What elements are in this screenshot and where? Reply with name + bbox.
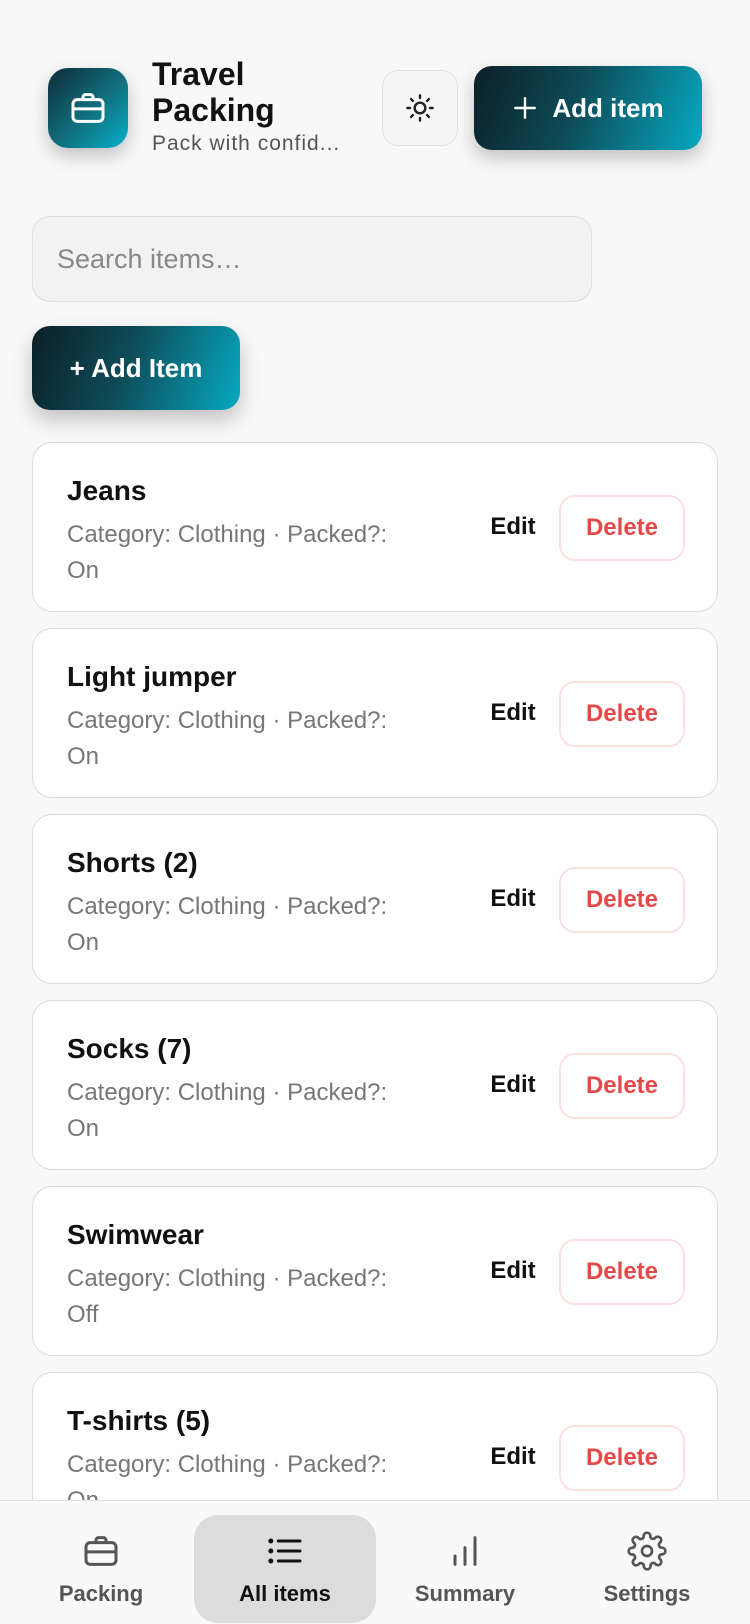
edit-button[interactable]: Edit (473, 499, 553, 555)
item-card: Swimwear Category: Clothing · Packed?: O… (32, 1186, 718, 1356)
delete-button[interactable]: Delete (559, 867, 685, 933)
item-name: Swimwear (67, 1219, 204, 1250)
item-meta: Category: Clothing · Packed?: On (67, 521, 388, 584)
delete-button[interactable]: Delete (559, 495, 685, 561)
delete-button[interactable]: Delete (559, 681, 685, 747)
item-meta: Category: Clothing · Packed?: On (67, 893, 388, 956)
item-card: Socks (7) Category: Clothing · Packed?: … (32, 1000, 718, 1170)
theme-toggle-button[interactable] (382, 70, 458, 146)
nav-tab-packing[interactable]: Packing (10, 1515, 192, 1623)
bottom-nav: Packing All items Summary Settings (0, 1500, 750, 1624)
app-logo (48, 68, 128, 148)
add-item-header-button[interactable]: Add item (474, 66, 702, 150)
items-list: Jeans Category: Clothing · Packed?: On E… (32, 442, 718, 1558)
app-subtitle: Pack with confid... (152, 132, 341, 155)
briefcase-icon (71, 93, 105, 123)
nav-label: All items (239, 1581, 331, 1606)
briefcase-icon (84, 1536, 118, 1566)
gear-icon (627, 1531, 667, 1571)
delete-button[interactable]: Delete (559, 1053, 685, 1119)
edit-button[interactable]: Edit (473, 871, 553, 927)
sun-icon (406, 94, 434, 122)
header: Travel Packing Pack with confid... Add i… (0, 0, 750, 200)
nav-label: Summary (414, 1581, 516, 1606)
item-name: T-shirts (5) (67, 1405, 211, 1436)
nav-tab-all-items[interactable]: All items (194, 1515, 376, 1623)
edit-button[interactable]: Edit (473, 1243, 553, 1299)
add-item-header-label: Add item (552, 92, 664, 123)
item-meta: Category: Clothing · Packed?: On (67, 707, 388, 770)
delete-button[interactable]: Delete (559, 1425, 685, 1491)
item-card: Shorts (2) Category: Clothing · Packed?:… (32, 814, 718, 984)
item-name: Jeans (67, 475, 147, 506)
item-meta: Category: Clothing · Packed?: Off (67, 1265, 388, 1328)
item-name: Light jumper (67, 661, 237, 692)
item-card: Light jumper Category: Clothing · Packed… (32, 628, 718, 798)
nav-tab-settings[interactable]: Settings (556, 1515, 738, 1623)
title-block: Travel Packing Pack with confid... (152, 56, 372, 156)
nav-label: Settings (603, 1581, 691, 1606)
edit-button[interactable]: Edit (473, 685, 553, 741)
item-meta: Category: Clothing · Packed?: On (67, 1079, 388, 1142)
item-card: Jeans Category: Clothing · Packed?: On E… (32, 442, 718, 612)
add-item-button[interactable]: + Add Item (32, 326, 240, 410)
plus-icon (514, 97, 537, 119)
edit-button[interactable]: Edit (473, 1429, 553, 1485)
bar-chart-icon (453, 1536, 477, 1566)
item-name: Socks (7) (67, 1033, 192, 1064)
screen: Travel Packing Pack with confid... Add i… (0, 0, 750, 1624)
nav-tab-summary[interactable]: Summary (374, 1515, 556, 1623)
app-title: Travel Packing (152, 56, 275, 128)
list-icon (268, 1538, 302, 1564)
delete-button[interactable]: Delete (559, 1239, 685, 1305)
item-name: Shorts (2) (67, 847, 198, 878)
nav-label: Packing (58, 1581, 144, 1606)
edit-button[interactable]: Edit (473, 1057, 553, 1113)
search-input[interactable] (32, 216, 592, 302)
